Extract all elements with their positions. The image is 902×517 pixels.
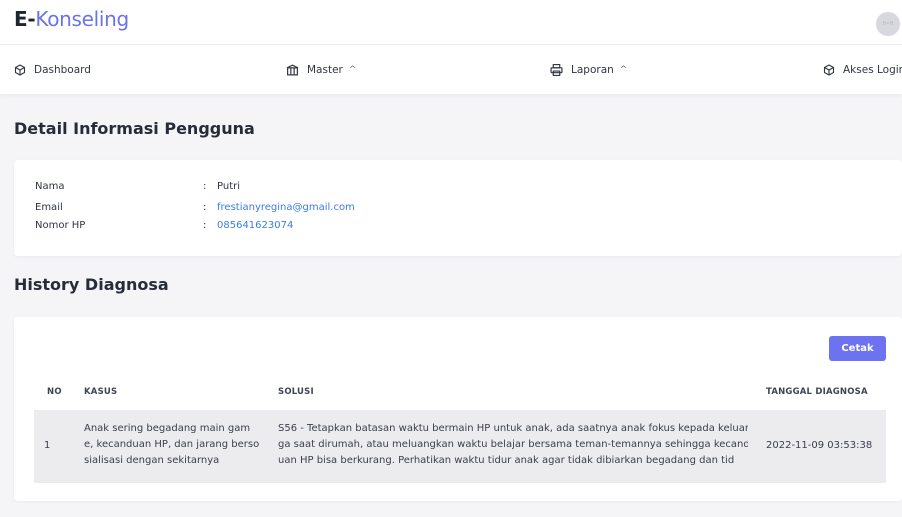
- cell-kasus-line: Anak sering begadang main gam: [84, 423, 251, 434]
- th-kasus: KASUS: [84, 387, 118, 397]
- top-bar: E-Konseling H•H: [0, 0, 902, 45]
- th-no: NO: [47, 387, 62, 397]
- brand-name: Konseling: [35, 7, 129, 31]
- nav-akses-label: Akses Login: [843, 63, 902, 76]
- brand-logo[interactable]: E-Konseling: [14, 7, 129, 31]
- nav-master[interactable]: Master ^: [286, 45, 356, 94]
- th-solusi: SOLUSI: [278, 387, 314, 397]
- main-navigation: Dashboard Master ^ Laporan ^ Akses Login: [0, 45, 902, 94]
- cell-kasus: Anak sering begadang main gam e, kecandu…: [84, 421, 269, 469]
- nav-dashboard-label: Dashboard: [34, 63, 91, 76]
- columns-icon: [286, 63, 299, 75]
- info-label: Nama: [35, 181, 65, 192]
- info-separator: :: [203, 181, 207, 192]
- cell-solusi: S56 - Tetapkan batasan waktu bermain HP …: [278, 421, 748, 469]
- cube-icon: [823, 63, 835, 76]
- cell-solusi-line: S56 - Tetapkan batasan waktu bermain HP …: [278, 423, 748, 434]
- brand-prefix: E-: [14, 7, 36, 31]
- nav-master-label: Master: [307, 63, 343, 76]
- table-row[interactable]: 1 Anak sering begadang main gam e, kecan…: [34, 410, 886, 483]
- cell-solusi-line: uan HP bisa berkurang. Perhatikan waktu …: [278, 455, 735, 466]
- cetak-button[interactable]: Cetak: [829, 336, 886, 361]
- info-value-nama: Putri: [217, 181, 241, 192]
- history-card: Cetak NO KASUS SOLUSI TANGGAL DIAGNOSA 1…: [14, 317, 902, 501]
- chevron-up-icon: ^: [348, 64, 357, 75]
- cell-tanggal: 2022-11-09 03:53:38: [766, 440, 873, 451]
- th-tanggal-diagnosa: TANGGAL DIAGNOSA: [766, 387, 868, 397]
- info-value-email[interactable]: frestianyregina@gmail.com: [217, 201, 355, 215]
- info-separator: :: [203, 202, 207, 213]
- info-label: Email: [35, 202, 63, 213]
- cell-kasus-line: e, kecanduan HP, dan jarang berso: [84, 439, 260, 450]
- nav-laporan[interactable]: Laporan ^: [550, 45, 627, 94]
- nav-akses-login[interactable]: Akses Login: [823, 45, 902, 94]
- info-label: Nomor HP: [35, 220, 86, 231]
- nav-dashboard[interactable]: Dashboard: [14, 45, 91, 94]
- detail-card: Nama : Putri Email : frestianyregina@gma…: [14, 160, 902, 256]
- chevron-up-icon: ^: [619, 64, 628, 75]
- cube-icon: [14, 63, 26, 76]
- cell-solusi-line: ga saat dirumah, atau meluangkan waktu b…: [278, 439, 748, 450]
- nav-laporan-label: Laporan: [571, 63, 614, 76]
- cell-no: 1: [44, 440, 51, 451]
- info-value-nomor-hp[interactable]: 085641623074: [217, 219, 293, 233]
- info-separator: :: [203, 220, 207, 231]
- printer-icon: [550, 63, 563, 76]
- cell-kasus-line: sialisasi dengan sekitarnya: [84, 455, 220, 466]
- history-title: History Diagnosa: [14, 275, 169, 294]
- user-avatar[interactable]: H•H: [876, 12, 900, 36]
- detail-title: Detail Informasi Pengguna: [14, 119, 255, 138]
